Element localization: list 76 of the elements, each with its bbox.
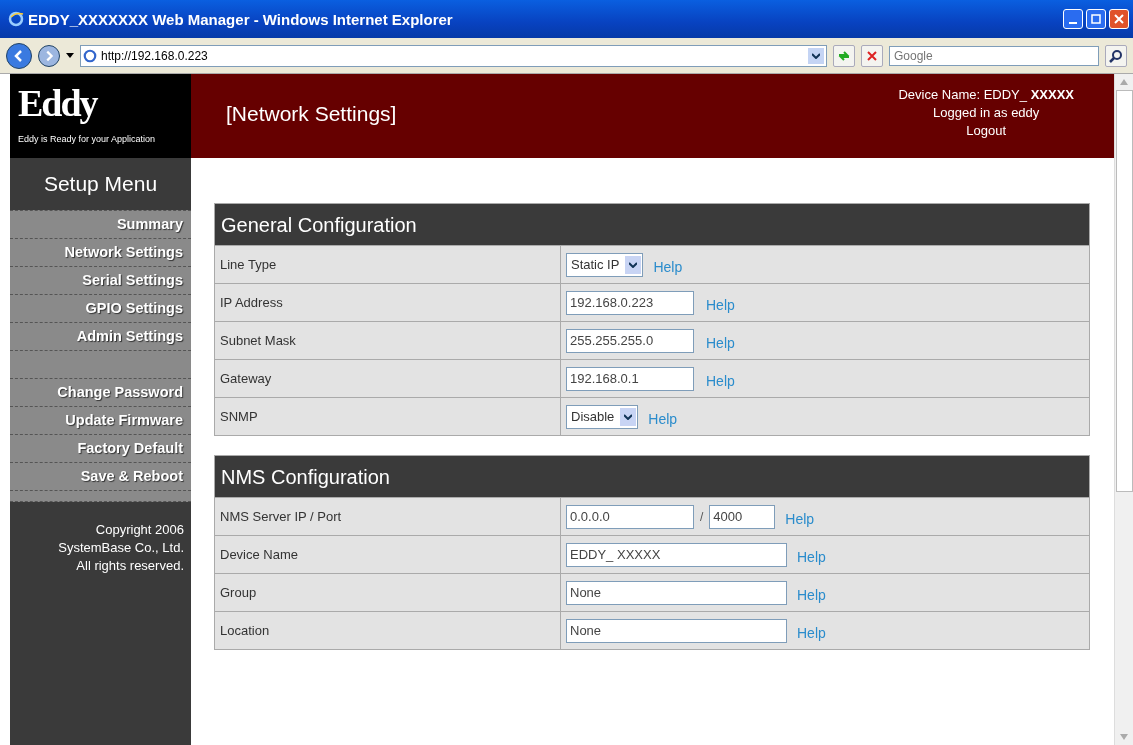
field-label: Location <box>215 612 561 649</box>
address-field[interactable]: http://192.168.0.223 <box>80 44 827 67</box>
copyright-text: SystemBase Co., Ltd. <box>58 540 184 555</box>
forward-button[interactable] <box>38 44 60 67</box>
minimize-button[interactable] <box>1063 9 1083 29</box>
input-field[interactable]: 4000 <box>709 504 776 529</box>
field-label: IP Address <box>215 284 561 321</box>
menu-link[interactable]: Factory Default <box>10 435 191 463</box>
login-status: Logged in as eddy <box>933 105 1040 120</box>
help-link[interactable]: Help <box>648 410 678 427</box>
help-link[interactable]: Help <box>706 296 735 313</box>
close-icon <box>1113 13 1125 25</box>
input-field[interactable]: 0.0.0.0 <box>566 504 694 529</box>
minimize-icon <box>1069 22 1077 24</box>
input-field[interactable]: None <box>566 618 787 643</box>
menu-title: Setup Menu <box>42 171 159 197</box>
help-link[interactable]: Help <box>785 510 815 527</box>
field-label: NMS Server IP / Port <box>215 498 561 535</box>
input-field[interactable]: EDDY_ XXXXX <box>566 542 787 567</box>
search-button[interactable] <box>1105 44 1127 67</box>
maximize-icon <box>1090 13 1102 25</box>
search-icon <box>1109 48 1123 63</box>
menu-link[interactable]: GPIO Settings <box>10 295 191 323</box>
menu-link[interactable]: Change Password <box>10 379 191 407</box>
logo: Eddy <box>18 84 99 122</box>
maximize-button[interactable] <box>1086 9 1106 29</box>
copyright-text: All rights reserved. <box>76 558 184 573</box>
device-name-text: Device Name: EDDY_ XXXXX <box>898 87 1074 102</box>
help-link[interactable]: Help <box>706 334 735 351</box>
dropdown-button[interactable] <box>808 47 824 64</box>
menu-link[interactable]: Summary <box>10 211 191 239</box>
dropdown[interactable]: Static IP <box>566 252 644 277</box>
tagline: Eddy is Ready for your Application <box>18 134 157 144</box>
logout-link[interactable]: Logout <box>966 123 1007 138</box>
search-field[interactable]: Google <box>889 45 1099 66</box>
scroll-thumb[interactable] <box>1115 90 1133 492</box>
chevron-down-icon <box>625 255 642 274</box>
dropdown-caret-icon[interactable] <box>66 52 74 59</box>
menu-link[interactable]: Update Firmware <box>10 407 191 435</box>
menu-link[interactable]: Admin Settings <box>10 323 191 351</box>
field-label: Device Name <box>215 536 561 573</box>
help-link[interactable]: Help <box>797 586 826 603</box>
input-field[interactable]: 255.255.255.0 <box>566 328 694 353</box>
field-label: Line Type <box>215 246 561 283</box>
scrollbar[interactable] <box>1114 74 1133 745</box>
page-title: [Network Settings] <box>226 102 397 126</box>
menu-link[interactable]: Save & Reboot <box>10 463 191 491</box>
window-title: EDDY_XXXXXXX Web Manager - Windows Internet Explorer <box>28 10 454 28</box>
section-title: NMS Configuration <box>215 456 1089 497</box>
refresh-button[interactable] <box>833 44 855 67</box>
caret-icon <box>812 52 820 59</box>
menu-link[interactable]: Network Settings <box>10 239 191 267</box>
copyright-text: Copyright 2006 <box>95 522 184 537</box>
refresh-icon <box>837 48 851 63</box>
input-field[interactable]: 192.168.0.1 <box>566 366 694 391</box>
stop-button[interactable] <box>861 44 883 67</box>
field-label: Group <box>215 574 561 611</box>
browser-logo-icon <box>8 11 24 27</box>
help-link[interactable]: Help <box>653 258 683 275</box>
help-link[interactable]: Help <box>797 548 826 565</box>
back-button[interactable] <box>6 42 32 69</box>
stop-icon <box>866 49 878 62</box>
menu-link[interactable]: Serial Settings <box>10 267 191 295</box>
field-label: Subnet Mask <box>215 322 561 359</box>
separator-text: / <box>700 509 704 524</box>
chevron-down-icon <box>620 407 637 426</box>
section-title: General Configuration <box>215 204 1089 245</box>
input-field[interactable]: None <box>566 580 787 605</box>
close-button[interactable] <box>1109 9 1129 29</box>
input-field[interactable]: 192.168.0.223 <box>566 290 694 315</box>
help-link[interactable]: Help <box>797 624 826 641</box>
field-label: Gateway <box>215 360 561 397</box>
help-link[interactable]: Help <box>706 372 735 389</box>
field-label: SNMP <box>215 398 561 435</box>
dropdown[interactable]: Disable <box>566 404 639 429</box>
page-icon <box>83 48 97 63</box>
